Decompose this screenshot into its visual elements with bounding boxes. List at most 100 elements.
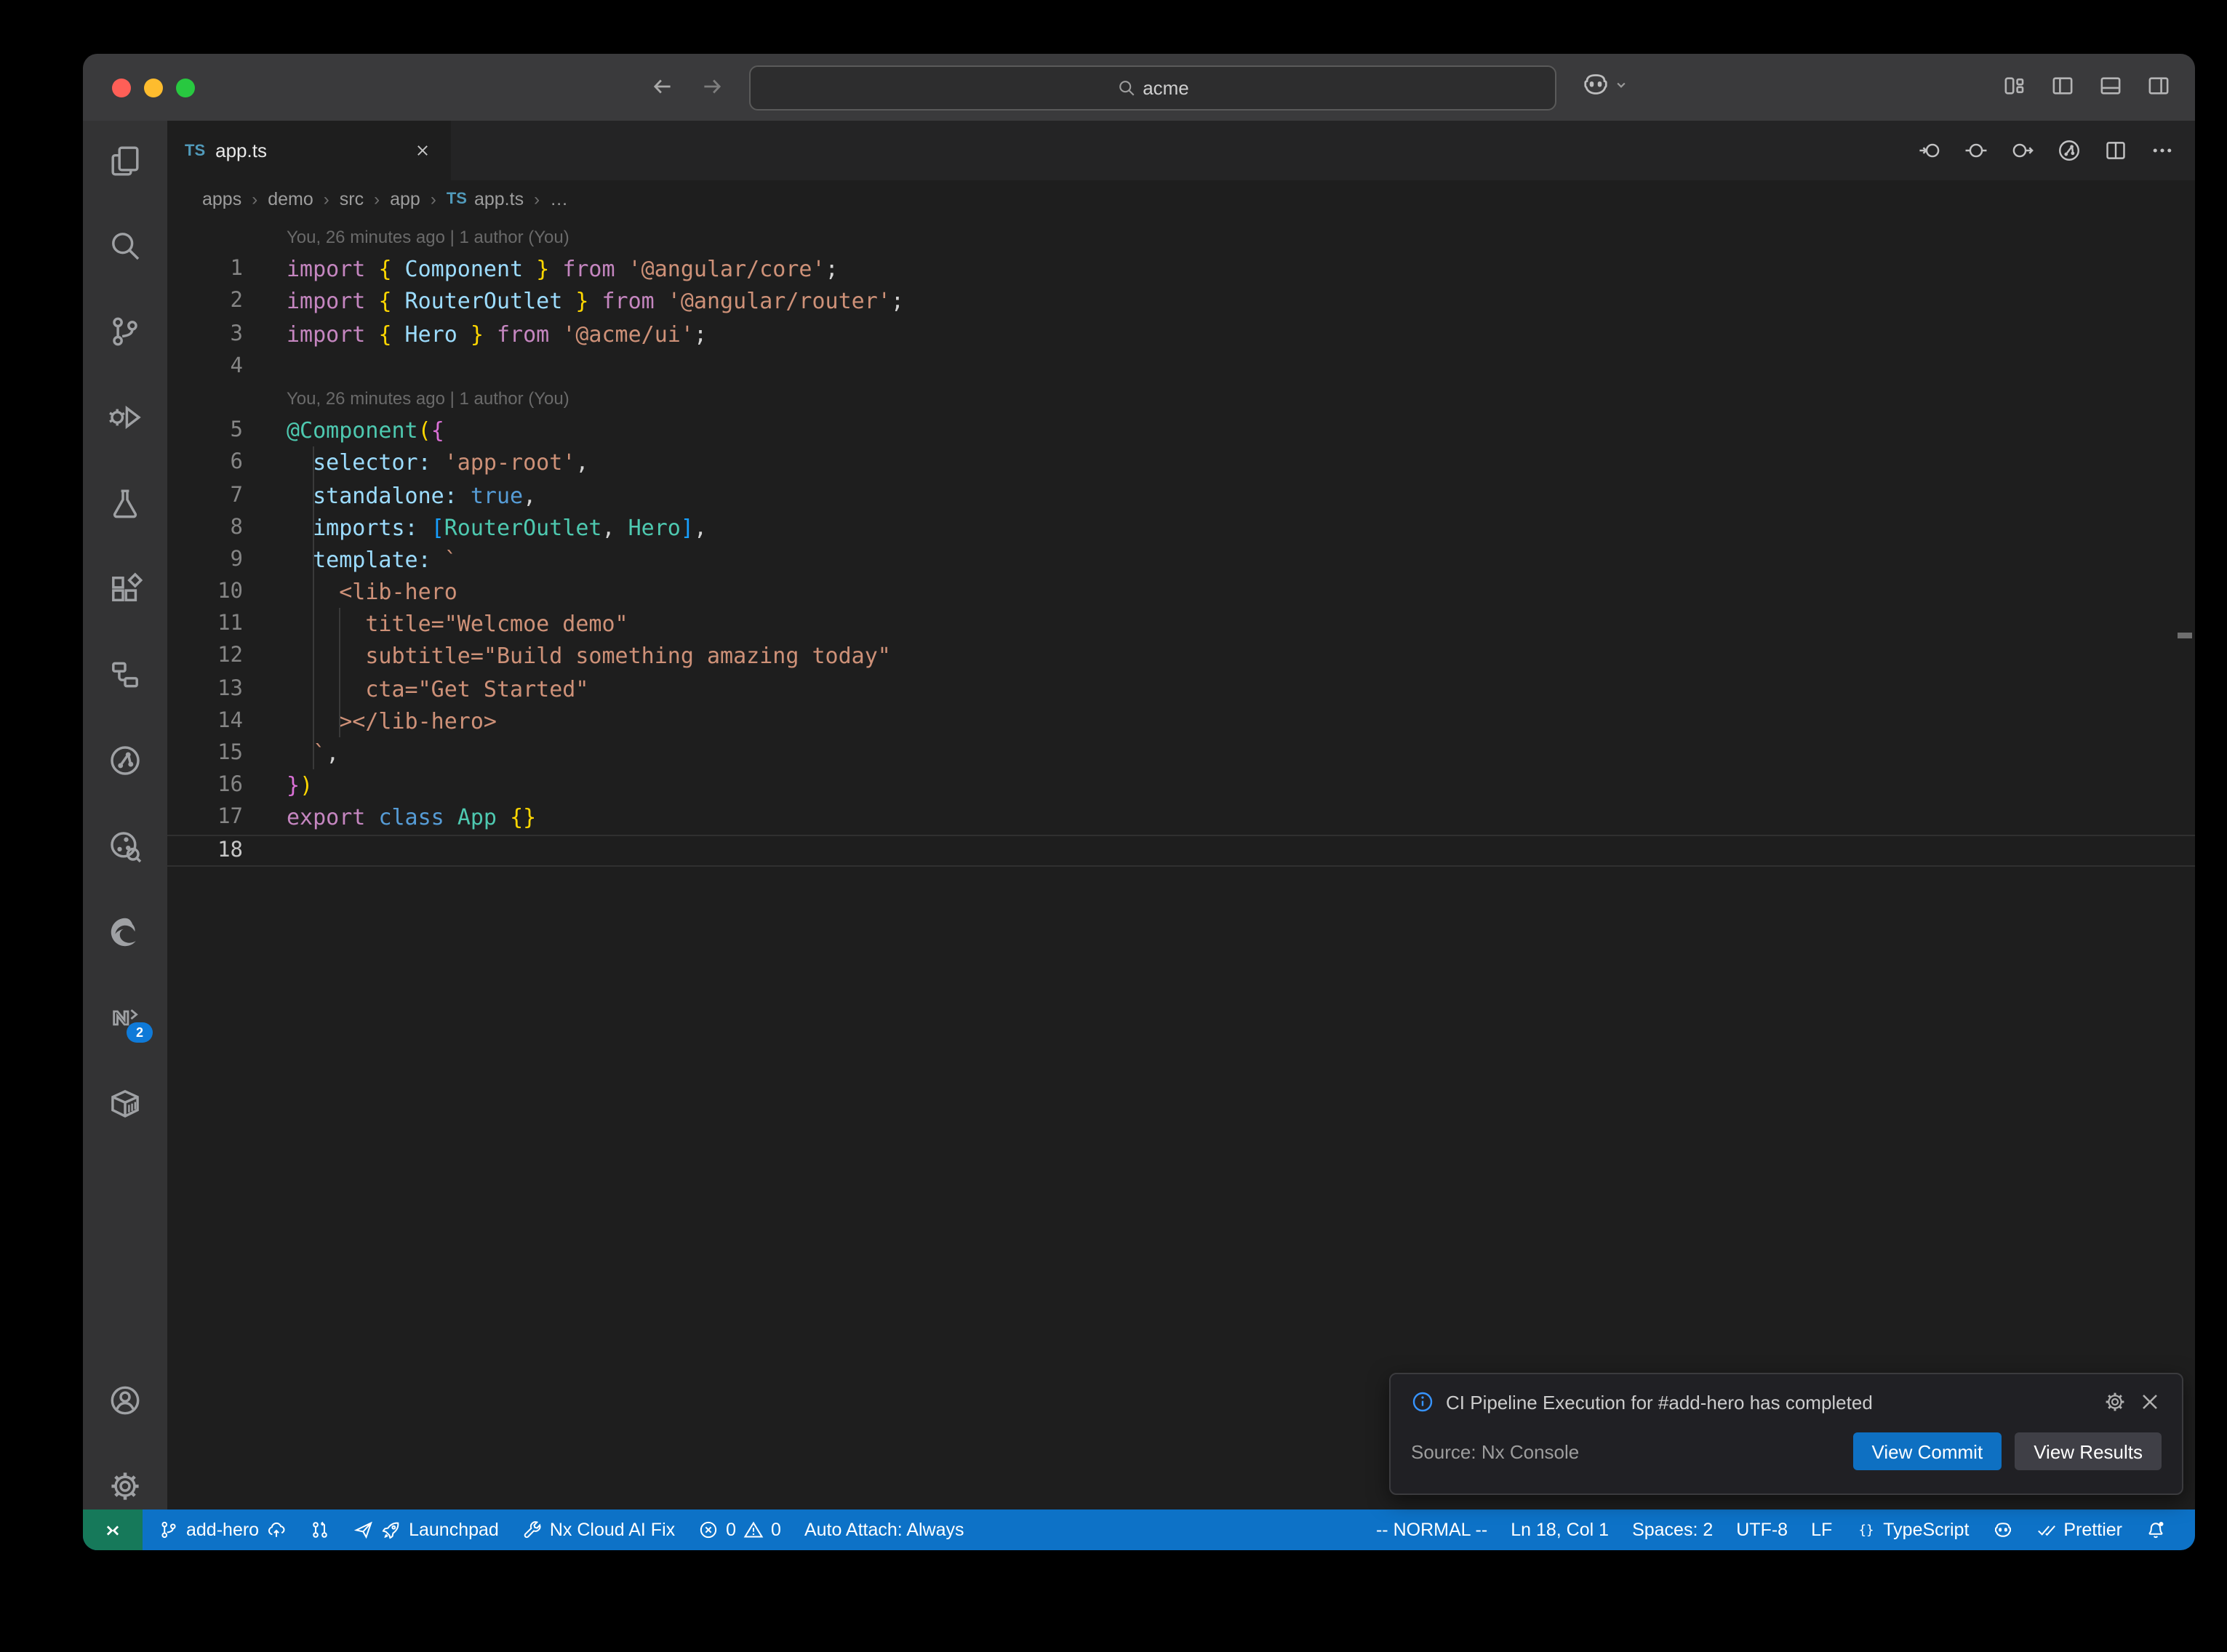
more-icon[interactable] (2150, 138, 2175, 163)
activity-item-testing[interactable] (108, 486, 143, 521)
code-line[interactable]: 7 standalone: true, (167, 479, 2195, 511)
view-results-button[interactable]: View Results (2015, 1432, 2162, 1470)
chevron-right-icon: › (534, 189, 540, 209)
code-text: import { RouterOutlet } from '@angular/r… (287, 286, 2195, 318)
status-item-language-mode[interactable]: {}TypeScript (1844, 1509, 1980, 1550)
code-line[interactable]: 2import { RouterOutlet } from '@angular/… (167, 286, 2195, 318)
status-item-auto-attach[interactable]: Auto Attach: Always (793, 1509, 976, 1550)
breadcrumb-item[interactable]: apps (202, 189, 241, 209)
code-line[interactable]: 17export class App {} (167, 802, 2195, 834)
activity-item-nx[interactable]: 2 (108, 1001, 143, 1035)
status-item-problems[interactable]: 00 (687, 1509, 793, 1550)
code-line[interactable]: 16}) (167, 769, 2195, 801)
nav-forward-icon[interactable] (2010, 138, 2035, 163)
status-item-launchpad[interactable]: Launchpad (342, 1509, 511, 1550)
line-number[interactable]: 16 (167, 769, 287, 801)
status-item-notifications[interactable] (2134, 1509, 2178, 1550)
view-commit-button[interactable]: View Commit (1853, 1432, 2002, 1470)
activity-item-nx-cloud-search[interactable] (108, 829, 143, 864)
code-line[interactable]: 13 cta="Get Started" (167, 673, 2195, 705)
status-item-copilot-status[interactable] (1980, 1509, 2024, 1550)
status-item-remote-indicator[interactable] (83, 1509, 143, 1550)
breadcrumb-item[interactable]: app (390, 189, 420, 209)
breadcrumb-item[interactable]: … (550, 189, 568, 209)
status-bar-right: -- NORMAL --Ln 18, Col 1Spaces: 2UTF-8LF… (1364, 1509, 2195, 1550)
activity-item-explorer[interactable] (108, 143, 143, 177)
breadcrumb-item[interactable]: src (340, 189, 364, 209)
activity-item-edge[interactable] (108, 915, 143, 950)
copilot-menu[interactable] (1581, 70, 1629, 99)
line-number[interactable]: 18 (167, 834, 287, 866)
line-number[interactable]: 13 (167, 673, 287, 705)
breadcrumb-item[interactable]: demo (268, 189, 313, 209)
activity-item-debug[interactable] (108, 400, 143, 435)
activity-item-account[interactable] (108, 1383, 143, 1418)
panel-left-icon[interactable] (2050, 73, 2076, 99)
status-item-encoding[interactable]: UTF-8 (1724, 1509, 1799, 1550)
line-number[interactable]: 15 (167, 737, 287, 769)
code-line[interactable]: 5@Component({ (167, 414, 2195, 446)
line-number[interactable]: 9 (167, 544, 287, 576)
line-number[interactable]: 14 (167, 705, 287, 737)
activity-item-container[interactable] (108, 1086, 143, 1121)
activity-item-settings[interactable] (108, 1469, 143, 1504)
code-line[interactable]: 10 <lib-hero (167, 576, 2195, 608)
navigate-forward-icon[interactable] (700, 74, 724, 99)
minimize-window-button[interactable] (144, 79, 163, 97)
line-number[interactable]: 8 (167, 511, 287, 543)
code-line[interactable]: 4 (167, 350, 2195, 382)
line-number[interactable]: 5 (167, 414, 287, 446)
close-window-button[interactable] (112, 79, 131, 97)
nav-back-icon[interactable] (1917, 138, 1942, 163)
line-number[interactable]: 11 (167, 609, 287, 641)
status-item-indentation[interactable]: Spaces: 2 (1620, 1509, 1724, 1550)
code-line[interactable]: 1import { Component } from '@angular/cor… (167, 253, 2195, 285)
status-item-git-branch[interactable]: add-hero (147, 1509, 298, 1550)
line-number[interactable]: 1 (167, 253, 287, 285)
notification-close-icon[interactable] (2138, 1390, 2162, 1414)
line-number[interactable]: 7 (167, 479, 287, 511)
line-number[interactable]: 12 (167, 641, 287, 673)
panel-right-icon[interactable] (2146, 73, 2172, 99)
close-tab-icon[interactable] (410, 139, 433, 162)
tab-app-ts[interactable]: TS app.ts (167, 121, 451, 180)
activity-item-extensions[interactable] (108, 572, 143, 606)
status-item-cursor-position[interactable]: Ln 18, Col 1 (1499, 1509, 1620, 1550)
code-editor[interactable]: You, 26 minutes ago | 1 author (You)1imp… (167, 218, 2195, 1509)
nx-circle-icon[interactable] (2057, 138, 2082, 163)
code-line[interactable]: 9 template: ` (167, 544, 2195, 576)
code-line[interactable]: 12 subtitle="Build something amazing tod… (167, 641, 2195, 673)
activity-item-scm[interactable] (108, 314, 143, 349)
line-number[interactable]: 4 (167, 350, 287, 382)
line-number[interactable]: 6 (167, 447, 287, 479)
code-line[interactable]: 8 imports: [RouterOutlet, Hero], (167, 511, 2195, 543)
navigate-back-icon[interactable] (650, 74, 675, 99)
code-line[interactable]: 15 `, (167, 737, 2195, 769)
activity-item-nx-cloud[interactable] (108, 743, 143, 778)
panel-bottom-icon[interactable] (2098, 73, 2124, 99)
activity-item-search[interactable] (108, 228, 143, 263)
line-number[interactable]: 3 (167, 318, 287, 350)
activity-item-hierarchy[interactable] (108, 657, 143, 692)
code-line[interactable]: 18 (167, 834, 2195, 866)
nav-line-icon[interactable] (1964, 138, 1988, 163)
warning-icon (743, 1520, 764, 1540)
status-item-eol[interactable]: LF (1799, 1509, 1844, 1550)
line-number[interactable]: 2 (167, 286, 287, 318)
status-item-vim-mode[interactable]: -- NORMAL -- (1364, 1509, 1499, 1550)
code-line[interactable]: 6 selector: 'app-root', (167, 447, 2195, 479)
breadcrumb-item[interactable]: TSapp.ts (447, 189, 524, 209)
line-number[interactable]: 17 (167, 802, 287, 834)
status-item-compare-changes[interactable] (298, 1509, 342, 1550)
line-number[interactable]: 10 (167, 576, 287, 608)
status-item-nx-cloud-ai-fix[interactable]: Nx Cloud AI Fix (511, 1509, 687, 1550)
code-line[interactable]: 3import { Hero } from '@acme/ui'; (167, 318, 2195, 350)
command-center-search[interactable]: acme (749, 65, 1556, 111)
split-icon[interactable] (2103, 138, 2128, 163)
code-line[interactable]: 11 title="Welcmoe demo" (167, 609, 2195, 641)
customize-layout-icon[interactable] (2002, 73, 2028, 99)
code-line[interactable]: 14 ></lib-hero> (167, 705, 2195, 737)
notification-settings-icon[interactable] (2103, 1390, 2127, 1414)
status-item-formatter[interactable]: Prettier (2024, 1509, 2134, 1550)
zoom-window-button[interactable] (176, 79, 195, 97)
